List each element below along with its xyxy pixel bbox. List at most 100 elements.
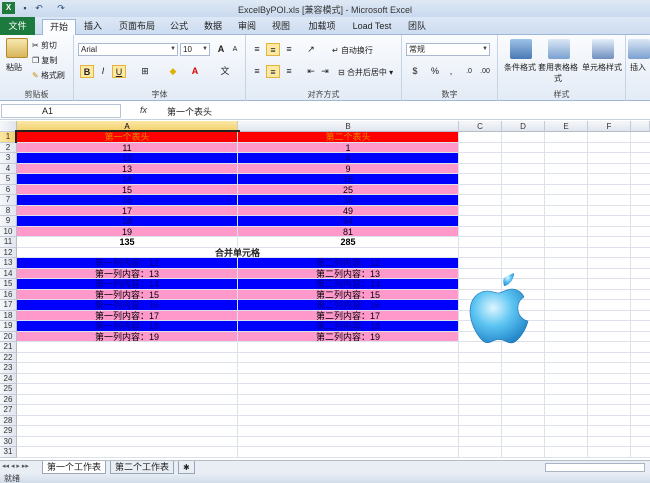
decrease-decimal-icon[interactable]: .00	[478, 65, 492, 78]
cell-a[interactable]: 16	[17, 195, 238, 206]
cell-a[interactable]: 17	[17, 205, 238, 216]
empty-cells-row[interactable]	[459, 153, 650, 164]
cell-b[interactable]: 第二列内容：16	[238, 300, 459, 311]
empty-cells-row[interactable]	[459, 258, 650, 269]
cell-a[interactable]: 第一列内容：12	[17, 258, 238, 269]
cell-a[interactable]: 第一列内容：13	[17, 268, 238, 279]
comma-button[interactable]: ,	[444, 65, 458, 78]
cell-a[interactable]	[17, 373, 238, 384]
cell-b[interactable]	[238, 342, 459, 353]
sheet-tab-2[interactable]: 第二个工作表	[110, 461, 175, 474]
currency-icon[interactable]: $	[408, 65, 422, 78]
format-painter-button[interactable]: ✎ 格式刷	[32, 70, 65, 81]
empty-cells-row[interactable]	[459, 415, 650, 426]
cell-b[interactable]: 第二列内容：19	[238, 331, 459, 342]
cell-a[interactable]: 第一列内容：18	[17, 321, 238, 332]
cell-b[interactable]: 第二个表头	[238, 132, 459, 143]
empty-cells-row[interactable]	[459, 447, 650, 458]
cell-a[interactable]: 第一列内容：15	[17, 289, 238, 300]
row-header[interactable]: 18	[0, 310, 17, 321]
empty-cells-row[interactable]	[459, 132, 650, 143]
cell-a[interactable]: 第一列内容：16	[17, 300, 238, 311]
cut-button[interactable]: ✂ 剪切	[32, 40, 57, 51]
empty-cells-row[interactable]	[459, 216, 650, 227]
cell-a[interactable]	[17, 415, 238, 426]
row-header[interactable]: 13	[0, 258, 17, 269]
copy-button[interactable]: ❐ 复制	[32, 55, 57, 66]
cell-b[interactable]: 第二列内容：18	[238, 321, 459, 332]
row-header[interactable]: 23	[0, 363, 17, 374]
empty-cells-row[interactable]	[459, 384, 650, 395]
empty-cells-row[interactable]	[459, 226, 650, 237]
insert-sheet-icon[interactable]: ✱	[178, 461, 195, 474]
cell-b[interactable]: 16	[238, 174, 459, 185]
cell-a[interactable]	[17, 394, 238, 405]
cell-b[interactable]: 第二列内容：13	[238, 268, 459, 279]
insert-cells-icon[interactable]	[628, 39, 650, 59]
paste-button[interactable]: 粘贴	[6, 62, 22, 73]
tab-team[interactable]: 团队	[402, 19, 432, 35]
row-header[interactable]: 20	[0, 331, 17, 342]
decrease-indent-icon[interactable]: ⇤	[304, 65, 318, 78]
cell-b[interactable]: 第二列内容：14	[238, 279, 459, 290]
row-header[interactable]: 10	[0, 226, 17, 237]
cell-a[interactable]: 14	[17, 174, 238, 185]
row-header[interactable]: 27	[0, 405, 17, 416]
cell-b[interactable]: 第二列内容：17	[238, 310, 459, 321]
row-header[interactable]: 6	[0, 184, 17, 195]
font-color-icon[interactable]: A	[188, 65, 202, 78]
empty-cells-row[interactable]	[459, 436, 650, 447]
cell-b[interactable]	[238, 415, 459, 426]
row-header[interactable]: 17	[0, 300, 17, 311]
fx-icon[interactable]: fx	[140, 105, 147, 115]
empty-cells-row[interactable]	[459, 237, 650, 248]
row-header[interactable]: 2	[0, 142, 17, 153]
cell-a[interactable]: 13	[17, 163, 238, 174]
align-bottom-icon[interactable]: ≡	[282, 43, 296, 56]
cell-b[interactable]	[238, 447, 459, 458]
border-icon[interactable]: ⊞	[138, 65, 152, 78]
shrink-font-button[interactable]: A	[228, 43, 242, 56]
conditional-format-icon[interactable]	[510, 39, 532, 59]
cell-b[interactable]	[238, 426, 459, 437]
column-header-d[interactable]: D	[502, 121, 545, 132]
row-header[interactable]: 25	[0, 384, 17, 395]
column-header-a[interactable]: A	[17, 121, 238, 132]
cell-b[interactable]: 81	[238, 226, 459, 237]
format-as-table-icon[interactable]	[548, 39, 570, 59]
empty-cells-row[interactable]	[459, 142, 650, 153]
row-header[interactable]: 16	[0, 289, 17, 300]
conditional-format-button[interactable]: 条件格式	[504, 62, 536, 73]
row-header[interactable]: 3	[0, 153, 17, 164]
cell-a[interactable]: 第一个表头	[15, 130, 240, 145]
row-header[interactable]: 14	[0, 268, 17, 279]
wrap-text-button[interactable]: ↵ 自动换行	[332, 45, 373, 56]
row-header[interactable]: 29	[0, 426, 17, 437]
tab-insert[interactable]: 插入	[78, 19, 108, 35]
font-name-combo[interactable]: Arial ▼	[78, 43, 178, 56]
tab-home[interactable]: 开始	[42, 19, 76, 35]
empty-cells-row[interactable]	[459, 174, 650, 185]
row-header[interactable]: 30	[0, 436, 17, 447]
cell-a[interactable]: 11	[17, 142, 238, 153]
phonetic-icon[interactable]: 文	[218, 65, 232, 78]
tab-addins[interactable]: 加载项	[302, 19, 342, 35]
cell-a[interactable]: 第一列内容：19	[17, 331, 238, 342]
empty-cells-row[interactable]	[459, 394, 650, 405]
column-header-b[interactable]: B	[238, 121, 459, 132]
grow-font-button[interactable]: A	[214, 43, 228, 56]
cell-b[interactable]: 64	[238, 216, 459, 227]
cell-a[interactable]	[17, 436, 238, 447]
cell-a[interactable]	[17, 405, 238, 416]
italic-button[interactable]: I	[96, 65, 110, 78]
empty-cells-row[interactable]	[459, 363, 650, 374]
orientation-icon[interactable]: ↗	[304, 43, 318, 56]
empty-cells-row[interactable]	[459, 184, 650, 195]
cell-b[interactable]: 第二列内容：15	[238, 289, 459, 300]
row-header[interactable]: 11	[0, 237, 17, 248]
cell-b[interactable]	[238, 394, 459, 405]
cell-b[interactable]	[238, 373, 459, 384]
cell-b[interactable]	[238, 363, 459, 374]
tab-review[interactable]: 审阅	[232, 19, 262, 35]
align-top-icon[interactable]: ≡	[250, 43, 264, 56]
